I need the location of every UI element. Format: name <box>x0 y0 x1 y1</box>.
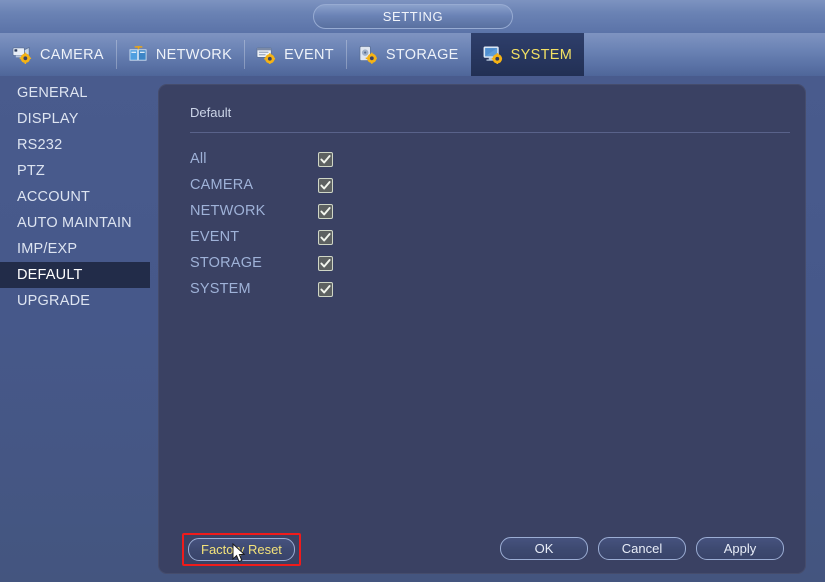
sidebar-item-label: RS232 <box>17 137 63 153</box>
tabbar-filler <box>584 33 825 76</box>
storage-gear-icon <box>359 46 377 64</box>
tab-label: CAMERA <box>40 46 104 63</box>
default-checkbox-list: All CAMERA NETWORK EVENT STORAGE SYSTEM <box>190 146 490 302</box>
checkbox-system[interactable] <box>318 281 333 297</box>
tab-event[interactable]: EVENT <box>244 33 346 76</box>
checkbox-label: STORAGE <box>190 255 263 271</box>
check-icon <box>320 154 331 163</box>
checkbox-label: SYSTEM <box>190 281 251 297</box>
panel-action-buttons: OK Cancel Apply <box>500 537 784 560</box>
network-icon <box>129 45 147 61</box>
tab-label: STORAGE <box>385 46 459 63</box>
tab-system[interactable]: SYSTEM <box>470 33 585 76</box>
check-icon <box>320 258 331 267</box>
sidebar-item-upgrade[interactable]: UPGRADE <box>0 288 150 314</box>
tab-storage[interactable]: STORAGE <box>345 33 471 76</box>
sidebar-item-label: PTZ <box>17 163 45 179</box>
tab-label: SYSTEM <box>510 46 573 63</box>
sidebar-item-label: GENERAL <box>17 85 88 101</box>
sidebar-item-imp-exp[interactable]: IMP/EXP <box>0 236 150 262</box>
sidebar-item-ptz[interactable]: PTZ <box>0 158 150 184</box>
checkbox-event[interactable] <box>318 229 333 245</box>
apply-button[interactable]: Apply <box>696 537 784 560</box>
ok-button[interactable]: OK <box>500 537 588 560</box>
tab-camera[interactable]: CAMERA <box>0 33 116 76</box>
checkbox-all[interactable] <box>318 151 333 167</box>
tab-label: EVENT <box>284 46 334 63</box>
sidebar-item-auto-maintain[interactable]: AUTO MAINTAIN <box>0 210 150 236</box>
check-icon <box>320 284 331 293</box>
panel-heading: Default <box>190 105 232 120</box>
default-settings-panel: Default All CAMERA NETWORK EVENT STORAGE… <box>158 84 806 574</box>
sidebar-item-label: IMP/EXP <box>17 241 78 257</box>
event-gear-icon <box>256 47 276 64</box>
sidebar-item-rs232[interactable]: RS232 <box>0 132 150 158</box>
checkbox-camera[interactable] <box>318 177 333 193</box>
sidebar-item-label: UPGRADE <box>17 293 91 309</box>
checkbox-network[interactable] <box>318 203 333 219</box>
checkbox-label: All <box>190 151 207 167</box>
factory-reset-button[interactable]: Factory Reset <box>188 538 295 561</box>
system-gear-icon <box>483 46 502 64</box>
sidebar-item-label: ACCOUNT <box>17 189 91 205</box>
cancel-button[interactable]: Cancel <box>598 537 686 560</box>
check-icon <box>320 180 331 189</box>
sidebar-item-label: AUTO MAINTAIN <box>17 215 132 231</box>
checkbox-label: CAMERA <box>190 177 254 193</box>
checkbox-row-system: SYSTEM <box>190 276 490 302</box>
sidebar-item-label: DEFAULT <box>17 267 83 283</box>
sidebar-item-display[interactable]: DISPLAY <box>0 106 150 132</box>
checkbox-row-all: All <box>190 146 490 172</box>
sidebar-item-account[interactable]: ACCOUNT <box>0 184 150 210</box>
check-icon <box>320 206 331 215</box>
sidebar-item-default[interactable]: DEFAULT <box>0 262 150 288</box>
tab-network[interactable]: NETWORK <box>115 33 244 76</box>
window-title-pill: SETTING <box>313 4 513 29</box>
sidebar-item-label: DISPLAY <box>17 111 79 127</box>
tab-label: NETWORK <box>155 46 233 63</box>
main-tabbar: CAMERA NETWORK EVENT STORAGE SYSTEM <box>0 33 825 76</box>
checkbox-label: NETWORK <box>190 203 266 219</box>
check-icon <box>320 232 331 241</box>
setting-window: SETTING CAMERA NETWORK EVENT STORAGE SYS… <box>0 0 825 582</box>
camera-gear-icon <box>12 46 32 64</box>
checkbox-row-network: NETWORK <box>190 198 490 224</box>
settings-sidebar: GENERAL DISPLAY RS232 PTZ ACCOUNT AUTO M… <box>0 80 150 314</box>
factory-reset-highlight-box: Factory Reset <box>182 533 301 566</box>
checkbox-storage[interactable] <box>318 255 333 271</box>
panel-divider <box>190 132 790 133</box>
checkbox-row-camera: CAMERA <box>190 172 490 198</box>
page-title: SETTING <box>382 9 444 24</box>
checkbox-row-storage: STORAGE <box>190 250 490 276</box>
sidebar-item-general[interactable]: GENERAL <box>0 80 150 106</box>
checkbox-row-event: EVENT <box>190 224 490 250</box>
checkbox-label: EVENT <box>190 229 240 245</box>
window-titlebar: SETTING <box>0 0 825 33</box>
